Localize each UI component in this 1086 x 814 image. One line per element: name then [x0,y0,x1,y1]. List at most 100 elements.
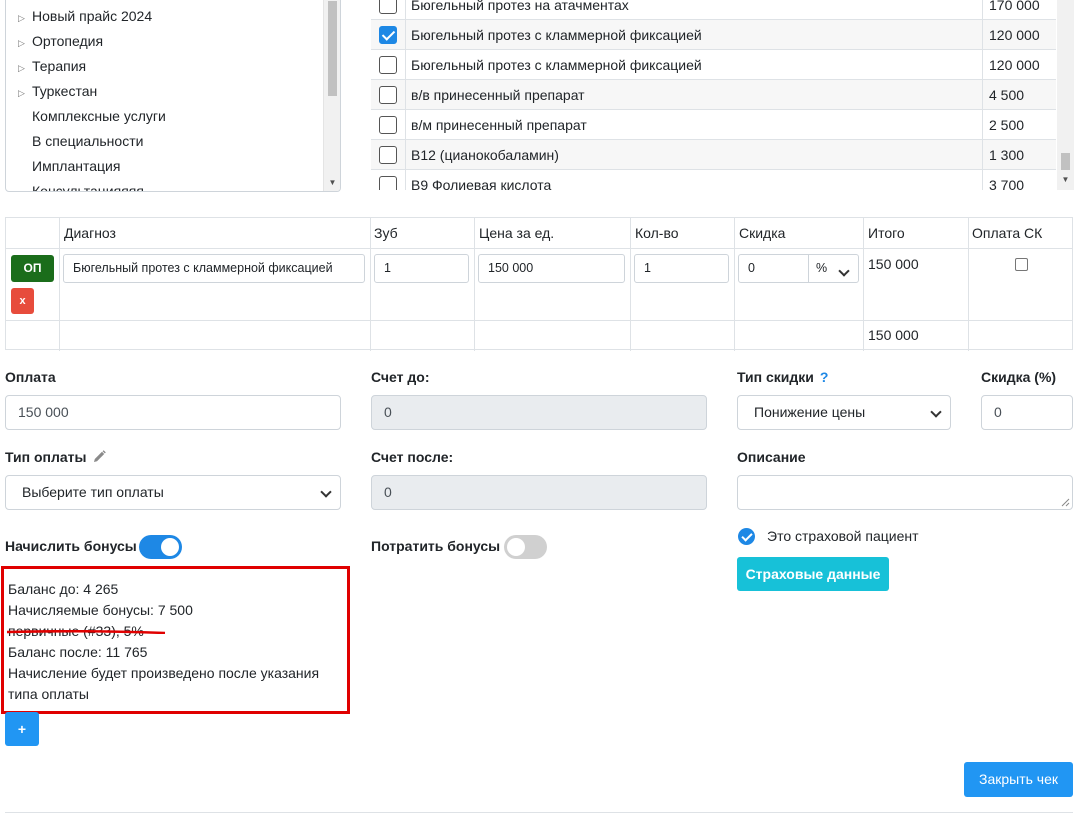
table-row[interactable]: B9 Фолиевая кислота 3 700 [371,170,1056,190]
tree-item-consultation[interactable]: Консультацияяяя [32,179,144,191]
service-name: в/в принесенный препарат [405,80,983,110]
header-pay-sk: Оплата СК [972,225,1043,241]
service-name: в/м принесенный препарат [405,110,983,140]
tree-item-turkestan[interactable]: ▷ Туркестан [18,79,97,104]
insurance-patient-label: Это страховой пациент [767,528,919,544]
scroll-down-icon[interactable]: ▼ [1057,173,1074,187]
header-unit-price: Цена за ед. [479,225,555,241]
diagnosis-grid: Диагноз Зуб Цена за ед. Кол-во Скидка Ит… [5,217,1073,351]
close-check-button[interactable]: Закрыть чек [964,762,1073,797]
discount-pct-input[interactable]: 0 [981,395,1073,430]
service-checkbox[interactable] [379,26,397,44]
service-name: B12 (цианокобаламин) [405,140,983,170]
service-name: Бюгельный протез на атачментах [405,0,983,20]
accrue-bonus-toggle[interactable] [139,535,182,559]
service-checkbox[interactable] [379,176,397,190]
service-checkbox[interactable] [379,146,397,164]
insurance-patient-checkbox[interactable] [738,528,755,545]
spend-bonus-label: Потратить бонусы [371,538,501,554]
discount-type-select[interactable]: Понижение цены [737,395,951,430]
add-button[interactable]: + [5,712,39,746]
tree-item-new-price[interactable]: ▷ Новый прайс 2024 [18,4,152,29]
table-row[interactable]: Бюгельный протез с кламмерной фиксацией … [371,50,1056,80]
scrollbar-thumb[interactable] [1061,153,1070,170]
service-name: Бюгельный протез с кламмерной фиксацией [405,50,983,80]
service-price: 2 500 [982,110,1056,140]
insurance-data-button[interactable]: Страховые данные [737,557,889,591]
service-price: 1 300 [982,140,1056,170]
accrual-note-line2: типа оплаты [8,686,89,702]
tree-item-implantation[interactable]: Имплантация [32,154,120,179]
balance-before: Баланс до: 4 265 [8,581,119,597]
expand-arrow-icon[interactable]: ▷ [18,6,32,31]
tooth-input[interactable]: 1 [374,254,469,283]
payment-type-label: Тип оплаты [5,449,87,465]
pencil-icon[interactable] [93,450,106,463]
tree-scrollbar[interactable]: ▼ [323,0,340,191]
service-name: Бюгельный протез с кламмерной фиксацией [405,20,983,50]
resize-handle-icon[interactable] [1061,498,1070,507]
service-price: 120 000 [982,20,1056,50]
table-row[interactable]: B12 (цианокобаламин) 1 300 [371,140,1056,170]
accrue-bonus-label: Начислить бонусы [5,538,137,554]
expand-arrow-icon[interactable]: ▷ [18,56,32,81]
tree-item-specialty[interactable]: В специальности [32,129,143,154]
service-name: B9 Фолиевая кислота [405,170,983,190]
red-underline-annotation [6,630,166,634]
header-total: Итого [868,225,905,241]
service-price: 4 500 [982,80,1056,110]
scrollbar-thumb[interactable] [328,1,337,96]
service-checkbox[interactable] [379,86,397,104]
qty-input[interactable]: 1 [634,254,729,283]
table-row[interactable]: в/в принесенный препарат 4 500 [371,80,1056,110]
service-checkbox[interactable] [379,0,397,14]
expand-arrow-icon[interactable]: ▷ [18,81,32,106]
header-tooth: Зуб [374,225,398,241]
account-before-label: Счет до: [371,369,430,385]
services-table: Бюгельный протез на атачментах 170 000 Б… [371,0,1074,190]
diagnosis-input[interactable]: Бюгельный протез с кламмерной фиксацией [63,254,365,283]
payment-label: Оплата [5,369,56,385]
accrued-bonus: Начисляемые бонусы: 7 500 [8,602,193,618]
header-diagnosis: Диагноз [64,225,116,241]
discount-type-label: Тип скидки? [737,369,829,385]
discount-unit-select[interactable]: % [808,254,859,283]
description-label: Описание [737,449,806,465]
header-discount: Скидка [739,225,786,241]
table-row[interactable]: Бюгельный протез на атачментах 170 000 [371,0,1056,20]
services-scrollbar[interactable]: ▼ [1057,0,1074,190]
table-row[interactable]: в/м принесенный препарат 2 500 [371,110,1056,140]
unit-price-input[interactable]: 150 000 [478,254,625,283]
help-icon[interactable]: ? [820,369,829,385]
bottom-divider [5,812,1073,813]
header-qty: Кол-во [635,225,679,241]
pay-sk-checkbox[interactable] [1015,258,1028,271]
service-price: 3 700 [982,170,1056,190]
service-checkbox[interactable] [379,56,397,74]
tree-item-complex[interactable]: Комплексные услуги [32,104,166,129]
bonus-info-box: Баланс до: 4 265 Начисляемые бонусы: 7 5… [1,566,350,714]
expand-arrow-icon[interactable]: ▷ [18,31,32,56]
account-before-field: 0 [371,395,707,430]
row-total: 150 000 [868,256,919,272]
category-tree[interactable]: ▷ Новый прайс 2024 ▷ Ортопедия ▷ Терапия ▷ Т… [5,0,341,192]
discount-input[interactable]: 0 [738,254,809,283]
account-after-field: 0 [371,475,707,510]
description-textarea[interactable] [737,475,1073,510]
remove-row-button[interactable]: x [11,288,34,314]
service-price: 170 000 [982,0,1056,20]
tree-item-therapy[interactable]: ▷ Терапия [18,54,86,79]
accrual-note-line1: Начисление будет произведено после указа… [8,665,320,681]
spend-bonus-toggle[interactable] [504,535,547,559]
scroll-down-icon[interactable]: ▼ [324,176,340,190]
payment-input[interactable]: 150 000 [5,395,341,430]
service-price: 120 000 [982,50,1056,80]
service-checkbox[interactable] [379,116,397,134]
table-row[interactable]: Бюгельный протез с кламмерной фиксацией … [371,20,1056,50]
balance-after: Баланс после: 11 765 [8,644,148,660]
op-button[interactable]: ОП [11,255,54,282]
payment-type-select[interactable]: Выберите тип оплаты [5,475,341,510]
discount-pct-label: Скидка (%) [981,369,1057,385]
grid-footer-total: 150 000 [868,327,919,343]
tree-item-orthopedics[interactable]: ▷ Ортопедия [18,29,103,54]
